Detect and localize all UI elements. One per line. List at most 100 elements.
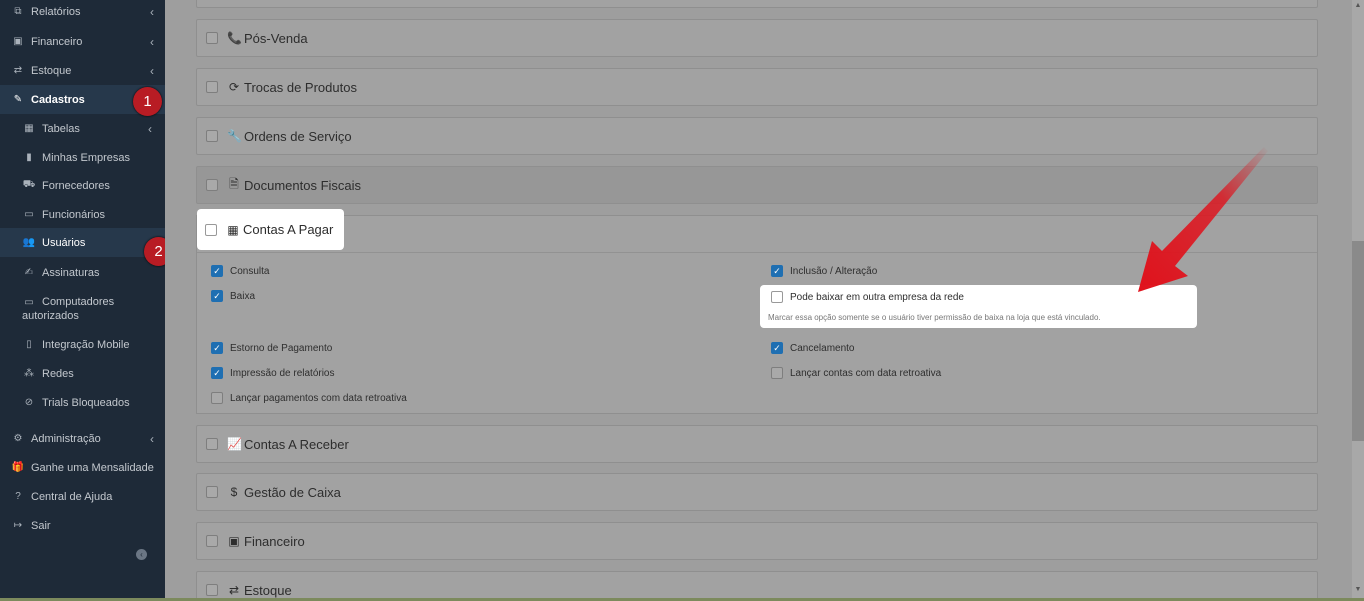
panel-title: Ordens de Serviço <box>244 128 352 144</box>
sidebar-item-label: Integração Mobile <box>42 338 130 351</box>
scroll-down-icon[interactable]: ▼ <box>1352 584 1364 596</box>
sidebar-item-estoque[interactable]: ⇄ Estoque ‹ <box>0 56 165 85</box>
chevron-left-icon: ‹ <box>150 34 154 49</box>
panel-title: Estoque <box>244 582 292 598</box>
option-estorno-pagamento[interactable]: ✓ Estorno de Pagamento <box>211 342 332 354</box>
building-icon: ▮ <box>26 152 32 163</box>
network-icon: ⁂ <box>24 368 34 379</box>
sidebar-item-label: Financeiro <box>31 35 83 48</box>
users-icon: 👥 <box>22 237 36 248</box>
checkbox-unchecked[interactable] <box>771 291 783 303</box>
sidebar-item-label: Minhas Empresas <box>42 151 131 164</box>
option-baixa[interactable]: ✓ Baixa <box>211 290 255 302</box>
panel-estoque[interactable]: ⇄ Estoque <box>196 571 1318 601</box>
sidebar-item-usuarios[interactable]: 👥 Usuários <box>0 228 165 257</box>
edit-icon: ✎ <box>13 94 23 105</box>
panel-title: Pós-Venda <box>244 30 308 46</box>
panel-checkbox[interactable] <box>206 179 218 191</box>
sidebar-item-label: Relatórios <box>31 5 81 18</box>
sidebar-item-fornecedores[interactable]: ⛟ Fornecedores <box>0 171 165 200</box>
block-icon: ⊘ <box>24 397 34 408</box>
option-label: Estorno de Pagamento <box>230 342 333 354</box>
wrench-icon: 🔧 <box>227 129 242 143</box>
checkbox-unchecked[interactable] <box>211 392 223 404</box>
sidebar-item-label: Usuários <box>42 236 86 249</box>
panel-checkbox[interactable] <box>206 535 218 547</box>
option-impressao-relatorios[interactable]: ✓ Impressão de relatórios <box>211 367 335 379</box>
sidebar-item-funcionarios[interactable]: ▭ Funcionários <box>0 200 165 229</box>
sidebar-item-label: Central de Ajuda <box>31 490 113 503</box>
panel-title: Contas A Receber <box>244 436 349 452</box>
panel-title: Documentos Fiscais <box>244 177 362 193</box>
sidebar-item-label: Funcionários <box>42 208 105 221</box>
sidebar-item-computadores[interactable]: ▭ Computadores autorizados <box>0 292 165 324</box>
panel-gestao-caixa[interactable]: $ Gestão de Caixa <box>196 473 1318 511</box>
panel-financeiro[interactable]: ▣ Financeiro <box>196 522 1318 560</box>
phone-icon: 📞 <box>227 31 242 45</box>
sidebar-item-label: Trials Bloqueados <box>42 396 130 409</box>
panel-checkbox[interactable] <box>206 438 218 450</box>
checkbox-checked[interactable]: ✓ <box>211 342 223 354</box>
panel-checkbox[interactable] <box>206 81 218 93</box>
sidebar-item-ganhe-mensalidade[interactable]: 🎁 Ganhe uma Mensalidade <box>0 453 165 482</box>
money-icon: ▣ <box>228 534 240 548</box>
sidebar-item-label: Fornecedores <box>42 179 110 192</box>
sidebar-item-tabelas[interactable]: ▦ Tabelas ‹ <box>0 114 165 143</box>
panel-checkbox[interactable] <box>205 223 217 236</box>
sidebar-item-label: Administração <box>31 432 101 445</box>
sidebar-item-integracao-mobile[interactable]: ▯ Integração Mobile <box>0 330 165 359</box>
sidebar-item-label: Ganhe uma Mensalidade <box>31 461 154 474</box>
sidebar-item-sair[interactable]: ↦ Sair <box>0 511 165 540</box>
panel-top-partial <box>196 0 1318 8</box>
document-icon: 🗎 <box>229 176 239 191</box>
option-hint: Marcar essa opção somente se o usuário t… <box>768 313 1101 322</box>
checkbox-unchecked[interactable] <box>771 367 783 379</box>
option-label: Cancelamento <box>790 342 855 354</box>
panel-contas-receber[interactable]: 📈 Contas A Receber <box>196 425 1318 463</box>
sidebar-item-redes[interactable]: ⁂ Redes <box>0 359 165 388</box>
option-cancelamento[interactable]: ✓ Cancelamento <box>771 342 854 354</box>
checkbox-checked[interactable]: ✓ <box>211 367 223 379</box>
scroll-up-icon[interactable]: ▲ <box>1352 0 1364 12</box>
logout-icon: ↦ <box>13 520 23 531</box>
option-lancar-contas-retroativa[interactable]: Lançar contas com data retroativa <box>771 367 941 379</box>
option-label: Baixa <box>230 290 256 302</box>
sidebar-item-financeiro[interactable]: ▣ Financeiro ‹ <box>0 27 165 56</box>
option-label: Impressão de relatórios <box>230 367 335 379</box>
checkbox-checked[interactable]: ✓ <box>771 265 783 277</box>
option-label: Inclusão / Alteração <box>790 265 878 277</box>
panel-trocas-produtos[interactable]: ⟳ Trocas de Produtos <box>196 68 1318 106</box>
sidebar-item-label: Tabelas <box>42 122 80 135</box>
panel-checkbox[interactable] <box>206 486 218 498</box>
checkbox-checked[interactable]: ✓ <box>211 265 223 277</box>
option-label: Lançar contas com data retroativa <box>790 367 942 379</box>
option-inclusao-alteracao[interactable]: ✓ Inclusão / Alteração <box>771 265 877 277</box>
option-pode-baixar[interactable]: Pode baixar em outra empresa da rede <box>771 291 964 303</box>
sidebar-item-administracao[interactable]: ⚙ Administração ‹ <box>0 424 165 453</box>
checkbox-checked[interactable]: ✓ <box>771 342 783 354</box>
sidebar-item-label: Cadastros <box>31 93 85 106</box>
option-consulta[interactable]: ✓ Consulta <box>211 265 269 277</box>
line-chart-icon: 📈 <box>227 437 242 451</box>
panel-checkbox[interactable] <box>206 32 218 44</box>
dollar-icon: $ <box>230 485 238 499</box>
panel-title: Trocas de Produtos <box>244 79 357 95</box>
sidebar-item-assinaturas[interactable]: ✍ Assinaturas <box>0 258 165 287</box>
panel-checkbox[interactable] <box>206 130 218 142</box>
sidebar-item-label: Sair <box>31 519 51 532</box>
panel-checkbox[interactable] <box>206 584 218 596</box>
sidebar-item-trials-bloqueados[interactable]: ⊘ Trials Bloqueados <box>0 388 165 417</box>
sidebar-item-relatorios[interactable]: ⧉ Relatórios ‹ <box>0 0 165 26</box>
truck-icon: ⛟ <box>22 179 36 190</box>
sidebar-item-label: Assinaturas <box>42 266 100 279</box>
highlight-contas-pagar-header[interactable]: ▦ Contas A Pagar <box>197 209 344 250</box>
exchange-icon: ⇄ <box>13 65 23 76</box>
checkbox-checked[interactable]: ✓ <box>211 290 223 302</box>
chevron-left-icon: ‹ <box>148 121 152 136</box>
panel-pos-venda[interactable]: 📞 Pós-Venda <box>196 19 1318 57</box>
sidebar-item-minhas-empresas[interactable]: ▮ Minhas Empresas <box>0 143 165 172</box>
option-lancar-pagamentos-retroativa[interactable]: Lançar pagamentos com data retroativa <box>211 392 407 404</box>
scrollbar-thumb[interactable] <box>1352 241 1364 441</box>
sidebar-item-central-ajuda[interactable]: ? Central de Ajuda <box>0 482 165 511</box>
collapse-sidebar-button[interactable]: ‹ <box>136 549 147 560</box>
